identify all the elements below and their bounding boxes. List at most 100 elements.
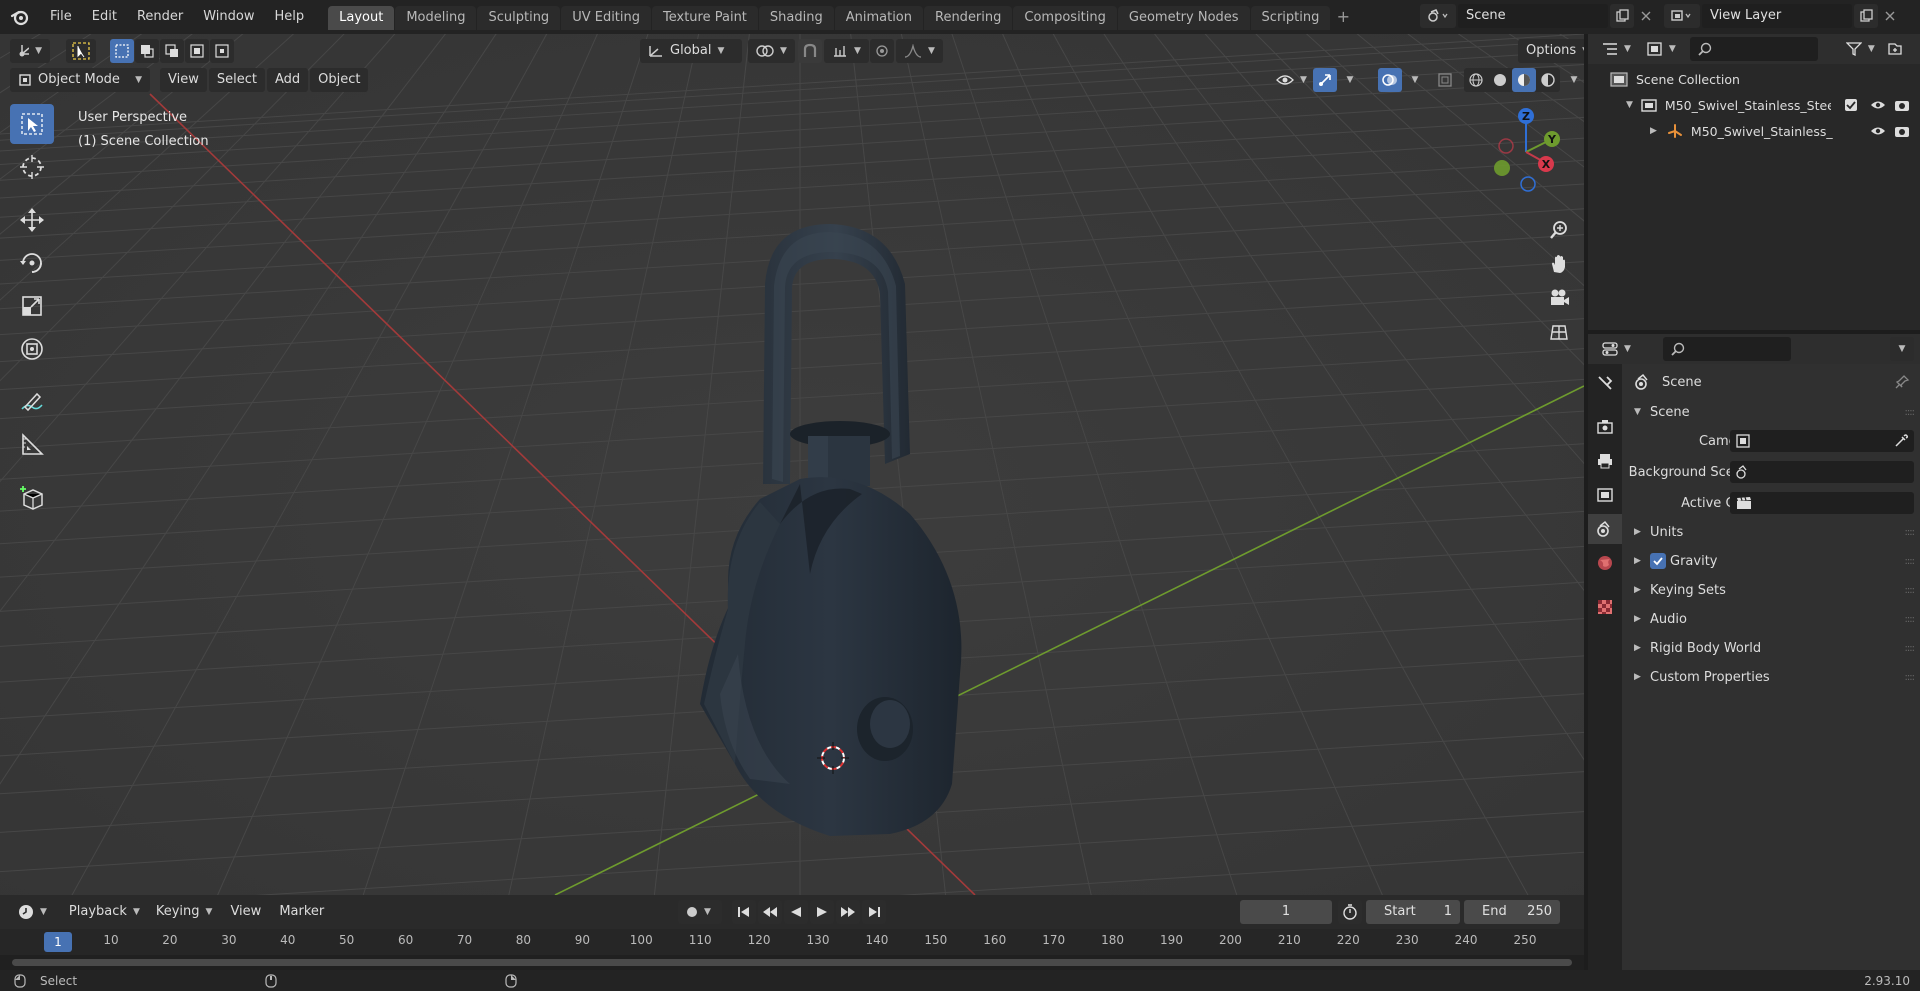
outliner-filter-dropdown[interactable]: ▼: [1838, 37, 1883, 61]
background-scene-field[interactable]: [1730, 461, 1914, 483]
audio-panel[interactable]: ▶ Audio ::::: [1622, 605, 1920, 633]
properties-editor-type-dropdown[interactable]: ▼: [1594, 337, 1639, 361]
select-box-tool[interactable]: [10, 104, 54, 144]
tab-compositing[interactable]: Compositing: [1013, 6, 1117, 30]
tab-scene[interactable]: [1588, 514, 1622, 544]
tab-sculpting[interactable]: Sculpting: [477, 6, 561, 30]
new-view-layer-icon[interactable]: [1854, 4, 1878, 28]
tab-world[interactable]: [1588, 548, 1622, 578]
scene-panel-header[interactable]: ▼ Scene ::::: [1622, 398, 1920, 426]
outliner-editor-type-dropdown[interactable]: ▼: [1594, 37, 1639, 61]
visibility-eye-icon[interactable]: [1870, 99, 1886, 111]
delete-view-layer-icon[interactable]: [1878, 4, 1902, 28]
render-camera-icon[interactable]: [1894, 98, 1910, 112]
measure-tool[interactable]: [10, 425, 54, 465]
editor-type-dropdown[interactable]: ▼: [10, 39, 50, 63]
gizmo-dropdown-icon[interactable]: ▼: [1338, 68, 1362, 92]
properties-options-dropdown[interactable]: ▼: [1890, 337, 1914, 361]
panel-drag-grip-icon[interactable]: ::::: [1905, 407, 1916, 418]
gravity-panel[interactable]: ▶ Gravity ::::: [1622, 547, 1920, 575]
playback-menu[interactable]: Playback ▼: [61, 900, 148, 924]
proportional-falloff-dropdown[interactable]: ▼: [896, 39, 943, 63]
delete-scene-icon[interactable]: [1634, 4, 1658, 28]
transform-orientation-dropdown[interactable]: Global ▼: [640, 39, 742, 63]
select-intersect-icon[interactable]: [210, 39, 234, 63]
add-workspace-button[interactable]: +: [1331, 6, 1355, 30]
visibility-dropdown[interactable]: ▼: [1268, 68, 1315, 92]
object-mode-dropdown[interactable]: Object Mode ▼: [10, 68, 150, 92]
timeline-menu-marker[interactable]: Marker: [271, 900, 332, 924]
play-reverse-icon[interactable]: [784, 900, 808, 924]
new-collection-icon[interactable]: [1883, 37, 1907, 61]
tab-render[interactable]: [1588, 412, 1622, 442]
current-frame-indicator[interactable]: 1: [44, 932, 72, 952]
solid-shading-icon[interactable]: [1488, 68, 1512, 92]
viewport-menu-add[interactable]: Add: [266, 68, 309, 92]
eyedropper-icon[interactable]: [1894, 434, 1908, 448]
keying-menu[interactable]: Keying ▼: [148, 900, 221, 924]
tab-tool[interactable]: [1588, 368, 1622, 398]
menu-file[interactable]: File: [40, 0, 82, 34]
viewport-menu-select[interactable]: Select: [208, 68, 265, 92]
panel-drag-grip-icon[interactable]: ::::: [1905, 527, 1916, 538]
outliner-row-object[interactable]: ▶ M50_Swivel_Stainless_St: [1588, 118, 1920, 144]
expand-arrow-icon[interactable]: ▼: [1626, 100, 1633, 110]
viewport-menu-object[interactable]: Object: [310, 68, 369, 92]
view-layer-field[interactable]: View Layer: [1702, 4, 1852, 28]
options-dropdown[interactable]: Options▼: [1518, 39, 1584, 63]
rendered-shading-icon[interactable]: [1536, 68, 1560, 92]
select-subtract-icon[interactable]: [160, 39, 184, 63]
move-tool[interactable]: [10, 200, 54, 240]
menu-render[interactable]: Render: [127, 0, 193, 34]
render-camera-icon[interactable]: [1894, 124, 1910, 138]
xray-toggle-icon[interactable]: [1433, 68, 1457, 92]
select-tool-mode-icon[interactable]: [66, 39, 96, 63]
tab-view-layer[interactable]: [1588, 480, 1622, 510]
timeline-scrollbar[interactable]: [0, 955, 1584, 970]
3d-viewport[interactable]: ▼ Global ▼ ▼ ▼ ▼ Options Object Mode ▼ V…: [0, 34, 1584, 895]
ortho-toggle-button[interactable]: [1543, 316, 1575, 348]
tab-output[interactable]: [1588, 446, 1622, 476]
panel-drag-grip-icon[interactable]: ::::: [1905, 614, 1916, 625]
keying-sets-panel[interactable]: ▶ Keying Sets ::::: [1622, 576, 1920, 604]
tab-texture[interactable]: [1588, 592, 1622, 622]
menu-help[interactable]: Help: [265, 0, 315, 34]
add-cube-tool[interactable]: [10, 478, 54, 518]
panel-drag-grip-icon[interactable]: ::::: [1905, 556, 1916, 567]
end-frame-field[interactable]: End 250: [1464, 900, 1560, 924]
view-layer-browse-icon[interactable]: [1664, 4, 1700, 28]
outliner-row-collection[interactable]: ▼ M50_Swivel_Stainless_Steel_F: [1588, 92, 1920, 118]
3d-cursor-icon[interactable]: [813, 738, 853, 778]
jump-end-icon[interactable]: [862, 900, 886, 924]
rotate-tool[interactable]: [10, 243, 54, 283]
rigid-body-world-panel[interactable]: ▶ Rigid Body World ::::: [1622, 634, 1920, 662]
tab-modeling[interactable]: Modeling: [395, 6, 477, 30]
viewport-menu-view[interactable]: View: [160, 68, 207, 92]
display-mode-dropdown[interactable]: ▼: [1639, 37, 1684, 61]
material-shading-icon[interactable]: [1512, 68, 1536, 92]
timeline-menu-view[interactable]: View: [222, 900, 269, 924]
jump-keyframe-forward-icon[interactable]: [836, 900, 860, 924]
gravity-checkbox[interactable]: [1650, 553, 1666, 569]
properties-search-input[interactable]: [1662, 337, 1791, 361]
camera-field[interactable]: [1730, 430, 1914, 452]
tab-scripting[interactable]: Scripting: [1250, 6, 1331, 30]
custom-properties-panel[interactable]: ▶ Custom Properties ::::: [1622, 663, 1920, 691]
current-frame-field[interactable]: 1: [1240, 900, 1332, 924]
panel-drag-grip-icon[interactable]: ::::: [1905, 672, 1916, 683]
tab-geometry-nodes[interactable]: Geometry Nodes: [1117, 6, 1250, 30]
expand-arrow-icon[interactable]: ▶: [1650, 126, 1657, 136]
transform-tool[interactable]: [10, 329, 54, 369]
outliner-search-input[interactable]: [1689, 37, 1818, 61]
jump-start-icon[interactable]: [732, 900, 756, 924]
tab-texture-paint[interactable]: Texture Paint: [652, 6, 758, 30]
menu-window[interactable]: Window: [193, 0, 264, 34]
scene-browse-icon[interactable]: [1420, 4, 1456, 28]
scene-name-field[interactable]: Scene: [1458, 4, 1608, 28]
scale-tool[interactable]: [10, 286, 54, 326]
tab-rendering[interactable]: Rendering: [924, 6, 1013, 30]
snap-toggle-icon[interactable]: [798, 39, 822, 63]
zoom-view-button[interactable]: [1543, 214, 1575, 246]
select-extend-icon[interactable]: [135, 39, 159, 63]
new-scene-icon[interactable]: [1610, 4, 1634, 28]
